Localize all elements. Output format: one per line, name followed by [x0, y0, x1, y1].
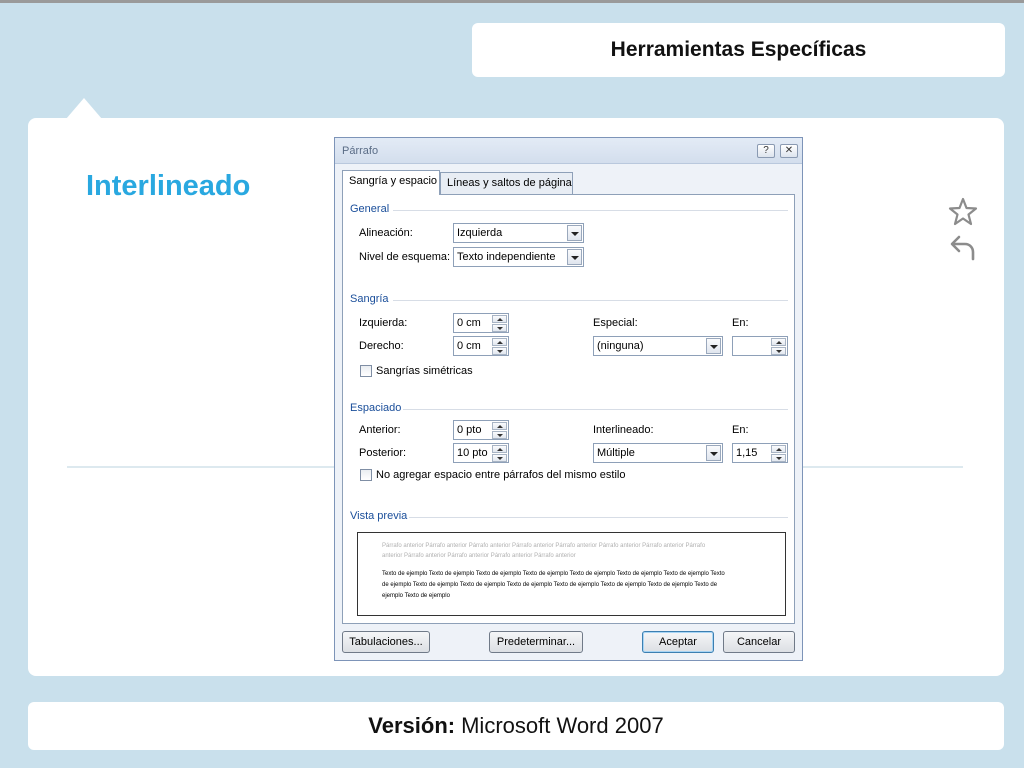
spacing-before-spinner[interactable]: 0 pto [453, 420, 509, 440]
star-icon[interactable] [947, 196, 979, 228]
tab-panel: General Alineación: Izquierda Nivel de e… [342, 194, 795, 624]
spacing-before-label: Anterior: [359, 424, 401, 436]
indent-left-label: Izquierda: [359, 317, 408, 329]
preview-box: Párrafo anterior Párrafo anterior Párraf… [357, 532, 786, 616]
header-title: Herramientas Específicas [472, 23, 1005, 77]
chevron-down-icon[interactable] [706, 445, 721, 461]
version-footer: Versión: Microsoft Word 2007 [28, 702, 1004, 750]
dialog-body: Sangría y espacio Líneas y saltos de pág… [335, 164, 802, 660]
slide-title: Interlineado [86, 170, 251, 202]
version-label: Versión: [368, 713, 456, 738]
spin-down-icon[interactable] [492, 431, 507, 439]
spin-down-icon[interactable] [492, 324, 507, 332]
spin-down-icon[interactable] [492, 347, 507, 355]
outline-level-select[interactable]: Texto independiente [453, 247, 584, 267]
section-spacing: Espaciado [350, 402, 402, 414]
indent-left-spinner[interactable]: 0 cm [453, 313, 509, 333]
line-spacing-label: Interlineado: [593, 424, 654, 436]
preview-sample-line: Texto de ejemplo Texto de ejemplo Texto … [382, 571, 725, 577]
section-general: General [350, 203, 390, 215]
top-border [0, 0, 1024, 3]
alignment-select[interactable]: Izquierda [453, 223, 584, 243]
spin-up-icon[interactable] [492, 422, 507, 430]
tab-indent-spacing[interactable]: Sangría y espacio [342, 170, 440, 195]
section-indent: Sangría [350, 293, 389, 305]
undo-arrow-icon[interactable] [947, 231, 979, 263]
indent-by-label: En: [732, 317, 749, 329]
special-select[interactable]: (ninguna) [593, 336, 723, 356]
chevron-down-icon[interactable] [706, 338, 721, 354]
close-button[interactable]: ✕ [780, 144, 798, 158]
outline-level-label: Nivel de esquema: [359, 251, 451, 263]
no-space-checkbox[interactable] [360, 469, 372, 481]
indent-by-spinner[interactable] [732, 336, 788, 356]
paragraph-dialog: Párrafo ? ✕ Sangría y espacio Líneas y s… [334, 137, 803, 661]
spin-up-icon[interactable] [771, 338, 786, 346]
spacing-after-spinner[interactable]: 10 pto [453, 443, 509, 463]
spin-up-icon[interactable] [492, 338, 507, 346]
spin-up-icon[interactable] [492, 315, 507, 323]
version-value: Microsoft Word 2007 [461, 713, 664, 738]
line-spacing-select[interactable]: Múltiple [593, 443, 723, 463]
spacing-at-spinner[interactable]: 1,15 [732, 443, 788, 463]
dialog-title: Párrafo [342, 145, 379, 157]
mirror-indents-checkbox[interactable] [360, 365, 372, 377]
spin-down-icon[interactable] [492, 454, 507, 462]
set-default-button[interactable]: Predeterminar... [489, 631, 583, 653]
alignment-label: Alineación: [359, 227, 413, 239]
spin-up-icon[interactable] [771, 445, 786, 453]
dialog-titlebar: Párrafo ? ✕ [335, 138, 802, 164]
section-line [393, 210, 788, 211]
tabs-button[interactable]: Tabulaciones... [342, 631, 430, 653]
spin-down-icon[interactable] [771, 454, 786, 462]
no-space-label: No agregar espacio entre párrafos del mi… [376, 469, 626, 481]
preview-previous-line: Párrafo anterior Párrafo anterior Párraf… [382, 543, 706, 549]
tab-line-page-breaks[interactable]: Líneas y saltos de página [440, 172, 573, 194]
chevron-down-icon[interactable] [567, 225, 582, 241]
mirror-indents-label: Sangrías simétricas [376, 365, 473, 377]
section-line [403, 409, 788, 410]
preview-sample-line: ejemplo Texto de ejemplo [382, 593, 450, 599]
help-button[interactable]: ? [757, 144, 775, 158]
indent-right-label: Derecho: [359, 340, 404, 352]
card-notch [66, 98, 102, 119]
ok-button[interactable]: Aceptar [642, 631, 714, 653]
indent-right-spinner[interactable]: 0 cm [453, 336, 509, 356]
section-line [409, 517, 788, 518]
spacing-after-label: Posterior: [359, 447, 407, 459]
chevron-down-icon[interactable] [567, 249, 582, 265]
cancel-button[interactable]: Cancelar [723, 631, 795, 653]
section-preview: Vista previa [350, 510, 408, 522]
preview-previous-line: anterior Párrafo anterior Párrafo anteri… [382, 553, 576, 559]
spin-down-icon[interactable] [771, 347, 786, 355]
preview-sample-line: de ejemplo Texto de ejemplo Texto de eje… [382, 582, 718, 588]
section-line [393, 300, 788, 301]
spin-up-icon[interactable] [492, 445, 507, 453]
special-label: Especial: [593, 317, 638, 329]
spacing-at-label: En: [732, 424, 749, 436]
